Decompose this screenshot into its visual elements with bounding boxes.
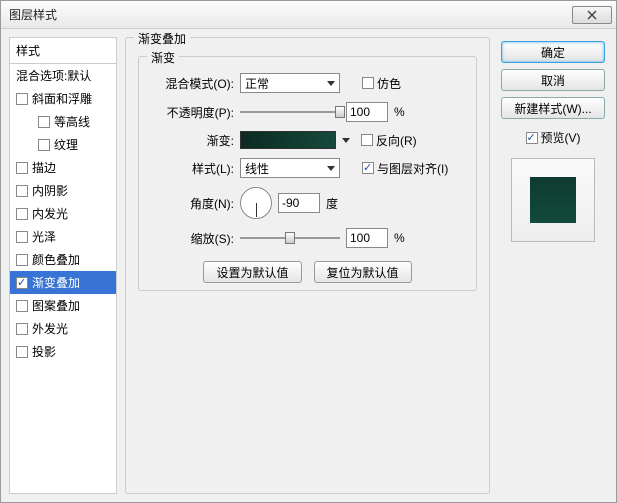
style-label: 样式(L):	[149, 160, 234, 177]
checkbox-icon	[38, 139, 50, 151]
percent-unit: %	[394, 105, 405, 119]
window-title: 图层样式	[9, 6, 572, 23]
styles-list-panel: 样式 混合选项:默认 斜面和浮雕等高线纹理描边内阴影内发光光泽颜色叠加渐变叠加图…	[9, 37, 117, 494]
opacity-input[interactable]	[346, 102, 388, 122]
preview-check-icon	[526, 132, 538, 144]
reset-default-button[interactable]: 复位为默认值	[314, 261, 412, 283]
checkbox-icon	[16, 231, 28, 243]
gradient-overlay-group: 渐变叠加 渐变 混合模式(O): 正常 仿色	[125, 37, 490, 494]
gradient-group: 渐变 混合模式(O): 正常 仿色 不透明度(P):	[138, 56, 477, 291]
preview-swatch	[530, 177, 576, 223]
style-item-label: 投影	[32, 343, 56, 360]
opacity-label: 不透明度(P):	[149, 104, 234, 121]
preview-checkbox[interactable]: 预览(V)	[526, 129, 581, 146]
blending-options-item[interactable]: 混合选项:默认	[10, 64, 116, 87]
dither-checkbox[interactable]: 仿色	[362, 75, 401, 92]
checkbox-icon	[16, 254, 28, 266]
scale-slider[interactable]	[240, 230, 340, 246]
style-item-6[interactable]: 光泽	[10, 225, 116, 248]
gradient-label: 渐变:	[149, 132, 234, 149]
group-title: 渐变叠加	[134, 30, 190, 47]
checkbox-icon	[16, 208, 28, 220]
style-item-3[interactable]: 描边	[10, 156, 116, 179]
titlebar: 图层样式	[1, 1, 616, 29]
style-item-4[interactable]: 内阴影	[10, 179, 116, 202]
blend-mode-label: 混合模式(O):	[149, 75, 234, 92]
inner-group-title: 渐变	[147, 49, 179, 66]
style-item-10[interactable]: 外发光	[10, 317, 116, 340]
scale-input[interactable]	[346, 228, 388, 248]
dither-check-icon	[362, 77, 374, 89]
set-default-button[interactable]: 设置为默认值	[203, 261, 301, 283]
checkbox-icon	[16, 93, 28, 105]
scale-label: 缩放(S):	[149, 230, 234, 247]
style-item-label: 内发光	[32, 205, 68, 222]
style-item-9[interactable]: 图案叠加	[10, 294, 116, 317]
style-item-11[interactable]: 投影	[10, 340, 116, 363]
align-check-icon	[362, 162, 374, 174]
style-item-label: 内阴影	[32, 182, 68, 199]
preview-box	[511, 158, 595, 242]
checkbox-icon	[16, 323, 28, 335]
reverse-checkbox[interactable]: 反向(R)	[361, 132, 417, 149]
close-icon	[587, 10, 597, 20]
style-item-label: 外发光	[32, 320, 68, 337]
new-style-button[interactable]: 新建样式(W)...	[501, 97, 605, 119]
checkbox-icon	[16, 300, 28, 312]
ok-button[interactable]: 确定	[501, 41, 605, 63]
cancel-button[interactable]: 取消	[501, 69, 605, 91]
angle-label: 角度(N):	[149, 195, 234, 212]
style-item-5[interactable]: 内发光	[10, 202, 116, 225]
checkbox-icon	[16, 346, 28, 358]
checkbox-icon	[16, 185, 28, 197]
style-item-label: 光泽	[32, 228, 56, 245]
checkbox-icon	[16, 162, 28, 174]
style-item-label: 描边	[32, 159, 56, 176]
gradient-picker[interactable]	[240, 131, 336, 149]
style-item-label: 斜面和浮雕	[32, 90, 92, 107]
settings-panel: 渐变叠加 渐变 混合模式(O): 正常 仿色	[125, 37, 490, 494]
opacity-slider[interactable]	[240, 104, 340, 120]
style-item-label: 纹理	[54, 136, 78, 153]
percent-unit-2: %	[394, 231, 405, 245]
align-checkbox[interactable]: 与图层对齐(I)	[362, 160, 448, 177]
style-item-0[interactable]: 斜面和浮雕	[10, 87, 116, 110]
checkbox-icon	[16, 277, 28, 289]
style-item-1[interactable]: 等高线	[10, 110, 116, 133]
style-item-2[interactable]: 纹理	[10, 133, 116, 156]
blend-mode-select[interactable]: 正常	[240, 73, 340, 93]
angle-input[interactable]	[278, 193, 320, 213]
checkbox-icon	[38, 116, 50, 128]
styles-header: 样式	[10, 38, 116, 64]
style-item-label: 图案叠加	[32, 297, 80, 314]
style-item-label: 渐变叠加	[32, 274, 80, 291]
style-item-8[interactable]: 渐变叠加	[10, 271, 116, 294]
style-item-label: 颜色叠加	[32, 251, 80, 268]
style-item-label: 等高线	[54, 113, 90, 130]
style-select[interactable]: 线性	[240, 158, 340, 178]
angle-dial[interactable]	[240, 187, 272, 219]
style-item-7[interactable]: 颜色叠加	[10, 248, 116, 271]
close-button[interactable]	[572, 6, 612, 24]
degree-unit: 度	[326, 195, 338, 212]
action-panel: 确定 取消 新建样式(W)... 预览(V)	[498, 37, 608, 494]
reverse-check-icon	[361, 134, 373, 146]
